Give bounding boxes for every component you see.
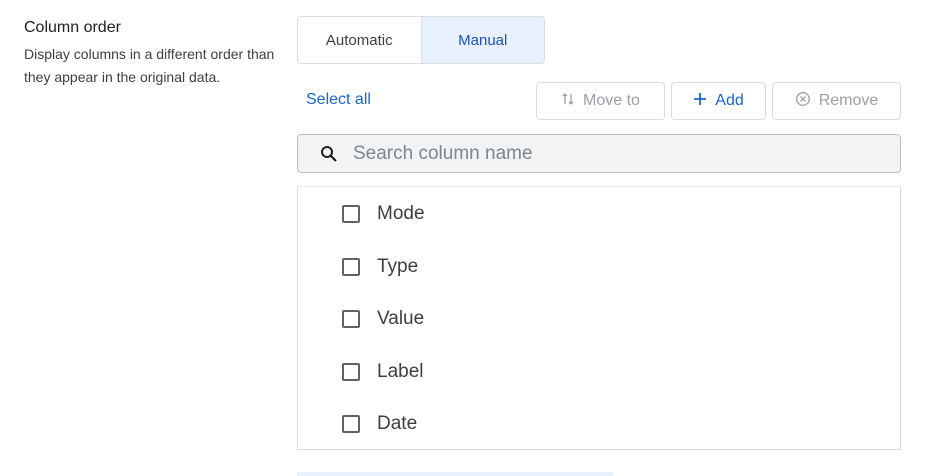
column-list: Mode Type Value Label Date <box>297 186 901 450</box>
move-arrows-icon <box>561 92 575 111</box>
list-item[interactable]: Value <box>342 304 424 334</box>
close-circle-icon <box>795 91 811 112</box>
column-label: Label <box>377 361 424 382</box>
checkbox[interactable] <box>342 415 360 433</box>
manual-option[interactable]: Manual <box>421 17 544 63</box>
checkbox[interactable] <box>342 363 360 381</box>
next-section-edge-highlight <box>297 472 613 476</box>
section-description: Display columns in a different order tha… <box>24 46 275 85</box>
list-item[interactable]: Date <box>342 409 417 439</box>
remove-label: Remove <box>818 92 879 109</box>
add-label: Add <box>715 92 744 109</box>
search-icon <box>319 144 339 164</box>
column-label: Value <box>377 308 425 329</box>
automatic-option[interactable]: Automatic <box>298 17 422 63</box>
select-all-link[interactable]: Select all <box>306 91 371 109</box>
column-order-mode-toggle: Automatic Manual <box>297 16 545 64</box>
list-item[interactable]: Mode <box>342 199 425 229</box>
search-bar <box>297 134 901 173</box>
section-title: Column order <box>24 19 121 36</box>
list-item[interactable]: Type <box>342 252 418 282</box>
list-item[interactable]: Label <box>342 357 424 387</box>
move-to-button[interactable]: Move to <box>536 82 665 120</box>
plus-icon <box>693 92 707 111</box>
column-label: Type <box>377 256 419 277</box>
column-label: Date <box>377 413 418 434</box>
column-label: Mode <box>377 203 425 224</box>
remove-button[interactable]: Remove <box>772 82 901 120</box>
checkbox[interactable] <box>342 310 360 328</box>
move-to-label: Move to <box>583 92 640 109</box>
checkbox[interactable] <box>342 258 360 276</box>
add-button[interactable]: Add <box>671 82 766 120</box>
search-input[interactable] <box>353 142 873 165</box>
checkbox[interactable] <box>342 205 360 223</box>
